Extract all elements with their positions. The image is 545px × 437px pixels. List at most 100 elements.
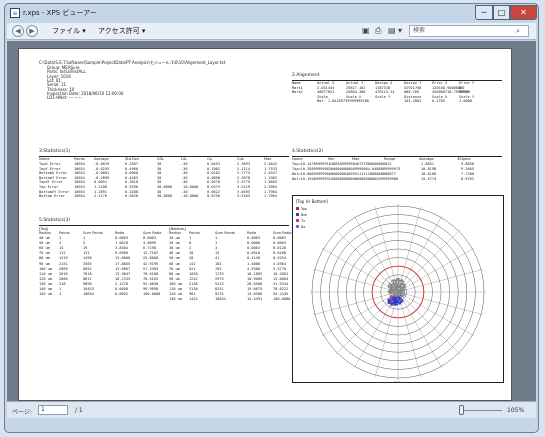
stats2-cell: Bot=10.194899999316000000000000000000002… — [292, 177, 399, 181]
close-button[interactable]: ✕ — [510, 5, 537, 20]
stats3-top-cell: 2066 — [59, 276, 68, 281]
stats3-top-cell: 2869 — [59, 266, 68, 271]
stats3-bottom-cell: 0.0063 — [247, 236, 260, 240]
print-icon[interactable]: ⎙ — [375, 26, 381, 36]
stats3-bottom-cell: 100.0000 — [273, 297, 291, 302]
stats3-rule — [39, 225, 289, 226]
stats3-bottom-cell: 2138 — [189, 281, 198, 286]
menu-permissions[interactable]: アクセス許可 ▾ — [98, 26, 145, 36]
stats3-bottom-cell: 8251 — [215, 287, 224, 291]
stats3-top-cell: 13.9847 — [115, 271, 131, 276]
top-point — [394, 292, 397, 294]
stats3-top-cell: 1458 — [83, 256, 92, 261]
stats2-cell: 15.4774 — [421, 177, 437, 181]
top-point — [390, 284, 392, 287]
stats3-bottom-cell: 41.5344 — [273, 281, 289, 286]
stats3-top-cell: 19 — [83, 246, 88, 251]
stats3-top-cell: 4.0099 — [143, 241, 156, 246]
stats3-top-cell: 3.8304 — [115, 246, 128, 251]
bottom-point — [396, 296, 399, 299]
back-button[interactable]: ◀ — [12, 25, 24, 37]
bottom-point — [394, 303, 396, 305]
bottom-point — [397, 301, 400, 304]
stats3-top-cell: 94.0830 — [143, 281, 159, 286]
top-point — [395, 281, 398, 284]
stats3-top-cell: 1 — [59, 287, 62, 291]
stats3-top-cell: 100.0000 — [143, 292, 161, 297]
stats3-bottom-cell: 0.0180 — [273, 251, 286, 256]
alignment-cell: 6.2765 — [432, 99, 445, 104]
stats3-bottom-cell: 15.4491 — [247, 297, 263, 302]
top-point — [394, 284, 397, 286]
alignment-cell: 1.0000 — [459, 99, 472, 104]
polar-scale-label: 700um — [394, 381, 407, 382]
stats3-bottom-cell: 1 — [189, 236, 192, 240]
stats3-top-cell: 70.4100 — [143, 271, 159, 276]
stats3-bottom-cell: 0.0126 — [273, 246, 286, 251]
minimize-button[interactable]: ─ — [475, 5, 493, 20]
stats3-top-cell: 90 um — [39, 261, 50, 266]
stats3-bottom-cell: 10.1883 — [247, 271, 263, 276]
stats3-top-cell: 10453 — [83, 287, 94, 291]
top-point — [400, 280, 403, 283]
legend-label: Top — [300, 207, 308, 211]
bottom-point — [398, 302, 401, 305]
top-point — [397, 279, 400, 281]
page-number-input[interactable]: 1 — [38, 405, 68, 415]
bottom-point — [399, 298, 402, 300]
stats3-bottom-cell: 1733 — [215, 271, 224, 276]
stats3-bottom-cell: 100 um — [169, 281, 182, 286]
stats1-cell: 3.5163 — [237, 194, 250, 199]
forward-button[interactable]: ▶ — [26, 25, 38, 37]
stats3-top-cell: 9098 — [83, 281, 92, 286]
page-view-icon[interactable]: ▤ — [388, 26, 396, 35]
stats3-bottom-cell: 0.1148 — [247, 256, 260, 261]
stats3-top-cell: 60 um — [39, 246, 50, 251]
zoom-slider-track[interactable] — [462, 410, 502, 411]
save-icon[interactable]: ▣ — [362, 26, 370, 35]
stats3-bottom-cell: 3138 — [189, 287, 198, 291]
tx-point — [391, 301, 394, 304]
stats3-top-cell: 131 — [83, 251, 90, 256]
stats3-top-cell: 0.0063 — [143, 236, 156, 240]
stats3-bottom-cell: 141 — [189, 261, 196, 266]
document-page: C:\Data\S.E.T.Software\Sample\ProjectDat… — [18, 48, 512, 401]
bottom-point — [401, 299, 404, 302]
search-input[interactable]: 検索 ⌕ — [409, 25, 529, 37]
stats3-bottom-cell: 0.0063 — [273, 241, 286, 246]
stats3-bottom-cell: 4.0364 — [273, 261, 286, 266]
stats3-bottom-cell: 40 um — [169, 251, 180, 256]
stats3-top-cell: 80 um — [39, 256, 50, 261]
top-point — [399, 285, 402, 288]
stats3-bottom-cell: 0.0000 — [247, 241, 260, 246]
magnifier-icon[interactable]: ⌕ — [516, 26, 520, 36]
stats3-top-header: Sum Points — [83, 231, 103, 235]
menu-file[interactable]: ファイル ▾ — [52, 26, 86, 36]
zoom-slider-thumb[interactable] — [459, 405, 464, 415]
stats2-cell: 8.9762 — [461, 177, 474, 181]
stats3-bottom-cell: 90 um — [169, 276, 180, 281]
zoom-dropdown-icon[interactable]: ▾ — [398, 26, 402, 35]
top-point — [403, 286, 406, 288]
stats3-bottom-cell: 10.2661 — [273, 271, 289, 276]
document-viewport[interactable]: C:\Data\S.E.T.Software\Sample\ProjectDat… — [7, 41, 536, 401]
legend-label: Tx — [300, 219, 305, 223]
stats1-cell: 0.5626 — [125, 194, 138, 199]
top-point — [396, 284, 399, 287]
alignment-cell: 104.2802 — [404, 99, 422, 104]
title-bar[interactable]: ≡ r.xps - XPS ビューアー ─ □ ✕ — [5, 4, 538, 24]
stats3-top-cell: 112 — [59, 251, 66, 256]
top-point — [389, 292, 392, 294]
stats3-top-cell: 3565 — [83, 261, 92, 266]
top-point — [389, 286, 392, 289]
stats3-bottom-cell: 1.4088 — [247, 261, 260, 266]
page-label: ページ: — [12, 409, 32, 416]
tx-point — [391, 303, 394, 306]
stats3-bottom-cell: 10 — [189, 251, 194, 256]
stats3-bottom-cell: 70 um — [169, 266, 180, 271]
top-point — [389, 288, 392, 291]
maximize-button[interactable]: □ — [493, 5, 510, 20]
stats3-bottom-cell: 130 um — [169, 297, 182, 302]
bottom-point — [395, 303, 398, 306]
stats3-bottom-cell: 80 um — [169, 271, 180, 276]
